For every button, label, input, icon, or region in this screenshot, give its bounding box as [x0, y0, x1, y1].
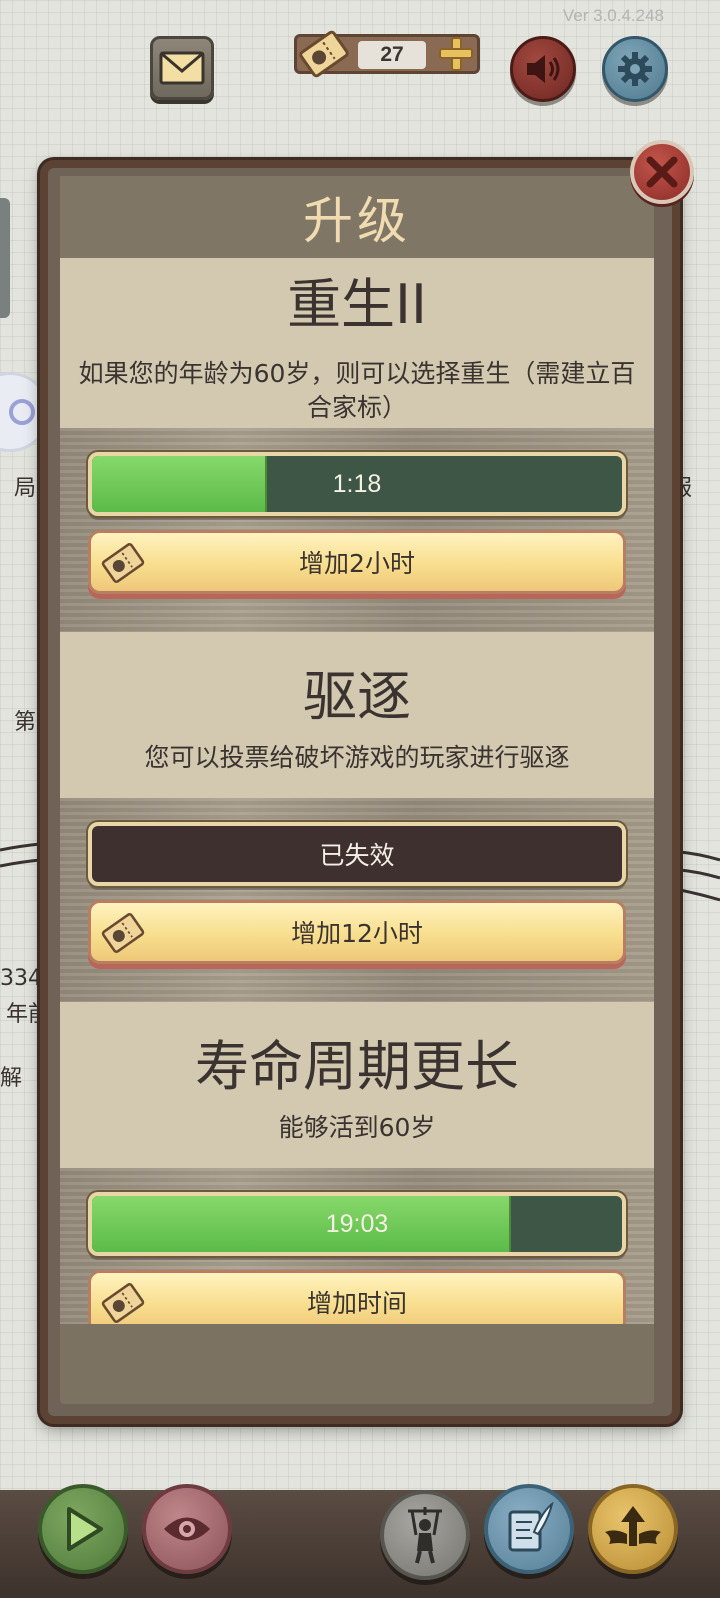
play-button[interactable]: [38, 1484, 128, 1574]
ticket-icon: [101, 543, 145, 583]
upgrade-button[interactable]: [588, 1484, 678, 1574]
background-text: 第: [14, 710, 37, 735]
ticket-icon: [299, 30, 349, 78]
add-time-label: 增加时间: [306, 1289, 407, 1318]
add-time-label: 增加12小时: [291, 919, 423, 948]
upgrade-item-actions: 1:18 增加2小时: [60, 428, 654, 632]
eye-icon: [164, 1517, 210, 1541]
dialog-header: 升级: [60, 176, 654, 258]
ticket-icon: [101, 913, 145, 953]
puppet-icon: [408, 1507, 442, 1564]
upgrade-title: 重生II: [287, 273, 427, 336]
add-time-button[interactable]: 增加12小时: [88, 900, 626, 964]
sound-button[interactable]: [510, 36, 576, 102]
gear-icon: [618, 52, 652, 86]
timer-text: 1:18: [332, 469, 382, 498]
timer-progress-bar: 1:18: [88, 452, 626, 516]
play-icon: [67, 1507, 103, 1551]
add-time-button[interactable]: 增加2小时: [88, 530, 626, 594]
timer-progress-bar: 19:03: [88, 1192, 626, 1256]
side-tab[interactable]: [0, 198, 10, 318]
upgrade-item-actions: 已失效 增加12小时: [60, 798, 654, 1002]
background-text: 局: [14, 476, 37, 501]
observe-button[interactable]: [142, 1484, 232, 1574]
mail-button[interactable]: [150, 36, 214, 100]
mail-icon: [159, 51, 205, 85]
settings-button[interactable]: [602, 36, 668, 102]
edict-button[interactable]: [484, 1484, 574, 1574]
upgrade-title: 驱逐: [303, 665, 411, 728]
add-time-label: 增加2小时: [299, 549, 415, 578]
puppet-button[interactable]: [380, 1490, 470, 1580]
background-text: 334: [0, 966, 42, 991]
upgrade-title: 寿命周期更长: [195, 1035, 519, 1098]
bubble-icon: [9, 399, 35, 425]
plus-icon[interactable]: [437, 36, 475, 72]
dialog-title: 升级: [303, 192, 411, 250]
upgrade-description: 能够活到60岁: [278, 1113, 436, 1142]
upgrade-item-actions: 19:03 增加时间: [60, 1168, 654, 1324]
upgrade-item-info: 寿命周期更长 能够活到60岁: [60, 1002, 654, 1168]
speaker-icon: [527, 55, 560, 83]
upgrade-description: 您可以投票给破坏游戏的玩家进行驱逐: [144, 743, 570, 772]
background-text: 解: [0, 1066, 23, 1091]
upgrade-item-info: 驱逐 您可以投票给破坏游戏的玩家进行驱逐: [60, 632, 654, 798]
upgrade-list[interactable]: 重生II 如果您的年龄为60岁，则可以选择重生（需建立百合家标） 1:18 增加…: [60, 258, 654, 1324]
upgrade-description: 如果您的年龄为60岁，则可以选择重生（需建立百合家标）: [78, 359, 636, 422]
close-button[interactable]: [630, 140, 694, 204]
add-time-button[interactable]: 增加时间: [88, 1270, 626, 1324]
ticket-icon: [101, 1283, 145, 1323]
close-icon: [646, 156, 678, 188]
status-expired: 已失效: [88, 822, 626, 886]
version-label: Ver 3.0.4.248: [562, 6, 664, 25]
timer-text: 19:03: [325, 1209, 389, 1238]
upgrade-item-info: 重生II 如果您的年龄为60岁，则可以选择重生（需建立百合家标）: [60, 258, 654, 428]
winged-arrow-icon: [605, 1506, 661, 1546]
scroll-quill-icon: [508, 1502, 554, 1552]
ticket-count: 27: [358, 41, 426, 69]
